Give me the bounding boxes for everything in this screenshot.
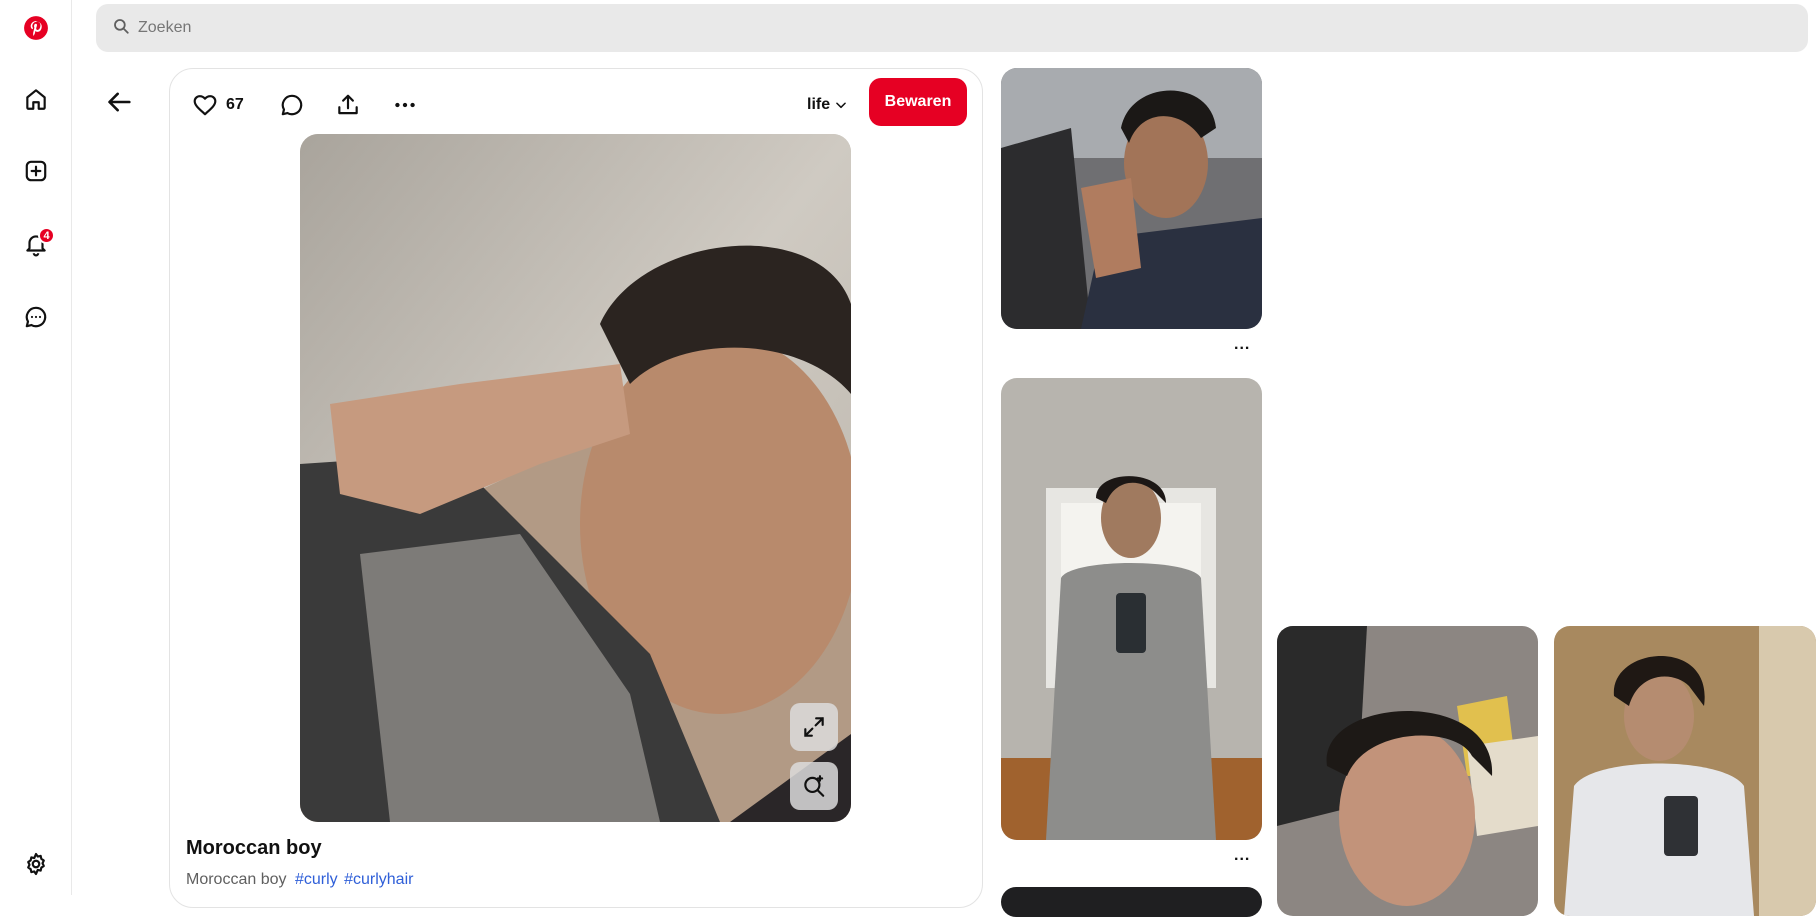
- chevron-down-icon: [830, 98, 848, 112]
- visual-search-button[interactable]: [790, 762, 838, 810]
- back-button[interactable]: [102, 84, 138, 120]
- search-input[interactable]: [138, 19, 1738, 37]
- ellipsis-icon: [392, 92, 418, 118]
- pin-photo: [300, 134, 851, 822]
- search-bar[interactable]: [96, 4, 1808, 52]
- board-name: life: [807, 96, 831, 113]
- hashtag-link[interactable]: #curly: [295, 871, 338, 888]
- heart-icon: [192, 92, 218, 118]
- save-button[interactable]: Bewaren: [869, 78, 967, 126]
- like-button[interactable]: 67: [192, 81, 244, 129]
- related-pin-image: [1001, 887, 1262, 917]
- related-pin-image: [1001, 68, 1262, 329]
- related-pin[interactable]: [1001, 887, 1262, 917]
- more-options-button[interactable]: [392, 81, 418, 129]
- comment-icon: [279, 92, 305, 118]
- notification-badge: 4: [38, 227, 55, 244]
- related-pin-image: [1277, 626, 1538, 916]
- arrow-left-icon: [106, 88, 134, 116]
- related-pin-image: [1001, 378, 1262, 840]
- expand-icon: [801, 714, 827, 740]
- pin-description-text: Moroccan boy: [186, 871, 287, 888]
- like-count: 67: [226, 96, 244, 113]
- share-icon: [335, 92, 361, 118]
- pin-detail-card: 67 life Bewaren Moroccan boy Moroccan bo…: [169, 68, 983, 908]
- messages-icon[interactable]: [18, 299, 54, 335]
- left-navigation-rail: 4: [0, 0, 72, 895]
- search-icon: [112, 17, 138, 40]
- related-pin[interactable]: [1001, 68, 1262, 329]
- related-pin[interactable]: [1554, 626, 1816, 916]
- pin-toolbar: 67 life: [192, 81, 962, 129]
- pin-title: Moroccan boy: [186, 837, 322, 859]
- related-pin[interactable]: [1277, 626, 1538, 916]
- create-icon[interactable]: [18, 153, 54, 189]
- related-pin-more-button[interactable]: ...: [1234, 847, 1250, 865]
- comment-button[interactable]: [279, 81, 305, 129]
- expand-button[interactable]: [790, 703, 838, 751]
- pin-description: Moroccan boy #curly #curlyhair: [186, 871, 413, 889]
- pin-main-image[interactable]: [300, 134, 851, 822]
- board-selector[interactable]: life: [807, 81, 848, 129]
- home-icon[interactable]: [18, 81, 54, 117]
- settings-icon[interactable]: [18, 846, 54, 882]
- related-pin-more-button[interactable]: ...: [1234, 336, 1250, 354]
- related-pin-image: [1554, 626, 1816, 916]
- hashtag-link[interactable]: #curlyhair: [344, 871, 413, 888]
- visual-search-icon: [801, 773, 827, 799]
- pinterest-logo-icon[interactable]: [18, 10, 54, 46]
- share-button[interactable]: [335, 81, 361, 129]
- related-pin[interactable]: [1001, 378, 1262, 840]
